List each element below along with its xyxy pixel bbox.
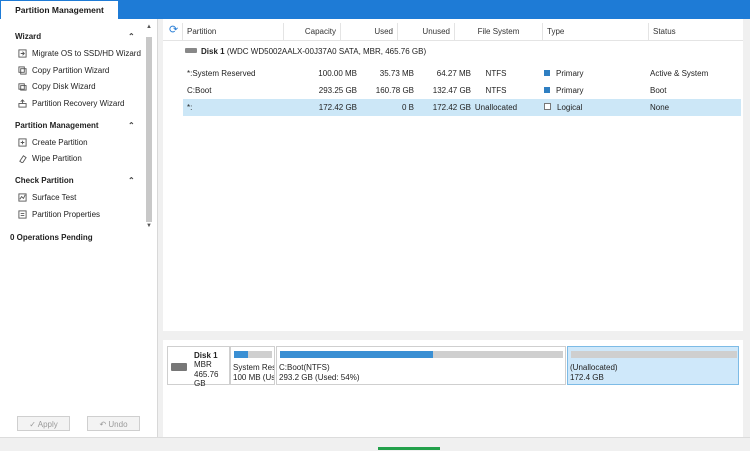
partition-table: ⟳ Partition Capacity Used Unused File Sy… (163, 19, 743, 331)
section-title: Partition Management (15, 121, 99, 130)
usage-fill (234, 351, 248, 358)
copy-disk-icon (18, 83, 27, 91)
hard-disk-icon (185, 48, 197, 53)
usage-fill (280, 351, 433, 358)
section-title: Check Partition (15, 176, 74, 185)
col-used[interactable]: Used (340, 23, 397, 40)
sidebar-item-create-partition[interactable]: Create Partition (18, 138, 88, 147)
disk-info[interactable]: Disk 1 MBR 465.76 GB (167, 346, 230, 388)
col-partition[interactable]: Partition (182, 23, 283, 40)
col-file-system[interactable]: File System (454, 23, 542, 40)
table-row-selected[interactable]: *: 172.42 GB 0 B 172.42 GB Unallocated L… (183, 99, 741, 116)
sidebar: ▲ ▼ Wizard ⌃ Migrate OS to SSD/HD Wizard… (0, 19, 158, 437)
primary-partition-icon (544, 87, 550, 93)
create-partition-icon (18, 138, 27, 147)
disk-row[interactable]: Disk 1 (WDC WD5002AALX-00J37A0 SATA, MBR… (185, 47, 426, 56)
col-capacity[interactable]: Capacity (283, 23, 340, 40)
sidebar-item-copy-partition[interactable]: Copy Partition Wizard (18, 66, 109, 75)
scroll-up-icon[interactable]: ▲ (145, 24, 153, 30)
migrate-icon (18, 49, 27, 58)
scroll-down-icon[interactable]: ▼ (145, 223, 153, 229)
sidebar-scrollbar[interactable]: ▲ ▼ (145, 24, 153, 237)
logical-partition-icon (544, 103, 551, 110)
usage-bar (234, 351, 272, 358)
section-wizard[interactable]: Wizard ⌃ (15, 32, 135, 41)
scrollbar-thumb[interactable] (146, 37, 152, 222)
apply-button[interactable]: ✓ Apply (17, 416, 70, 431)
eraser-icon (19, 155, 27, 163)
usage-bar (280, 351, 563, 358)
sidebar-item-partition-properties[interactable]: Partition Properties (18, 210, 100, 219)
table-row[interactable]: C:Boot 293.25 GB 160.78 GB 132.47 GB NTF… (183, 82, 741, 99)
sidebar-item-wipe-partition[interactable]: Wipe Partition (18, 154, 82, 163)
primary-partition-icon (544, 70, 550, 76)
main-scrollbar[interactable] (743, 19, 750, 437)
status-bar (0, 437, 750, 451)
properties-icon (18, 210, 27, 219)
section-check-partition[interactable]: Check Partition ⌃ (15, 176, 135, 185)
partition-block-c-boot[interactable]: C:Boot(NTFS) 293.2 GB (Used: 54%) (276, 346, 566, 385)
section-title: Wizard (15, 32, 42, 41)
chevron-up-icon[interactable]: ⌃ (128, 32, 135, 41)
disk-map: Disk 1 MBR 465.76 GB System Rese 100 MB … (163, 340, 743, 437)
chevron-up-icon[interactable]: ⌃ (128, 121, 135, 130)
sidebar-item-partition-recovery[interactable]: Partition Recovery Wizard (18, 99, 124, 108)
operations-pending: 0 Operations Pending (10, 233, 93, 242)
section-partition-management[interactable]: Partition Management ⌃ (15, 121, 135, 130)
tab-bar: Partition Management (0, 0, 750, 19)
hard-disk-icon (171, 363, 187, 371)
tab-partition-management[interactable]: Partition Management (1, 1, 118, 19)
usage-bar (571, 351, 737, 358)
table-row[interactable]: *:System Reserved 100.00 MB 35.73 MB 64.… (183, 65, 741, 82)
copy-partition-icon (18, 66, 27, 75)
chevron-up-icon[interactable]: ⌃ (128, 176, 135, 185)
sidebar-item-surface-test[interactable]: Surface Test (18, 193, 76, 202)
col-status[interactable]: Status (648, 23, 743, 40)
col-unused[interactable]: Unused (397, 23, 454, 40)
recovery-icon (18, 99, 27, 108)
sidebar-item-migrate-os[interactable]: Migrate OS to SSD/HD Wizard (18, 49, 141, 58)
table-header: Partition Capacity Used Unused File Syst… (163, 23, 743, 41)
surface-test-icon (18, 193, 27, 202)
col-type[interactable]: Type (542, 23, 648, 40)
undo-button[interactable]: ↶ Undo (87, 416, 140, 431)
sidebar-item-copy-disk[interactable]: Copy Disk Wizard (18, 82, 96, 91)
partition-block-system-reserved[interactable]: System Rese 100 MB (Us (230, 346, 275, 385)
partition-block-unallocated[interactable]: (Unallocated) 172.4 GB (567, 346, 739, 385)
